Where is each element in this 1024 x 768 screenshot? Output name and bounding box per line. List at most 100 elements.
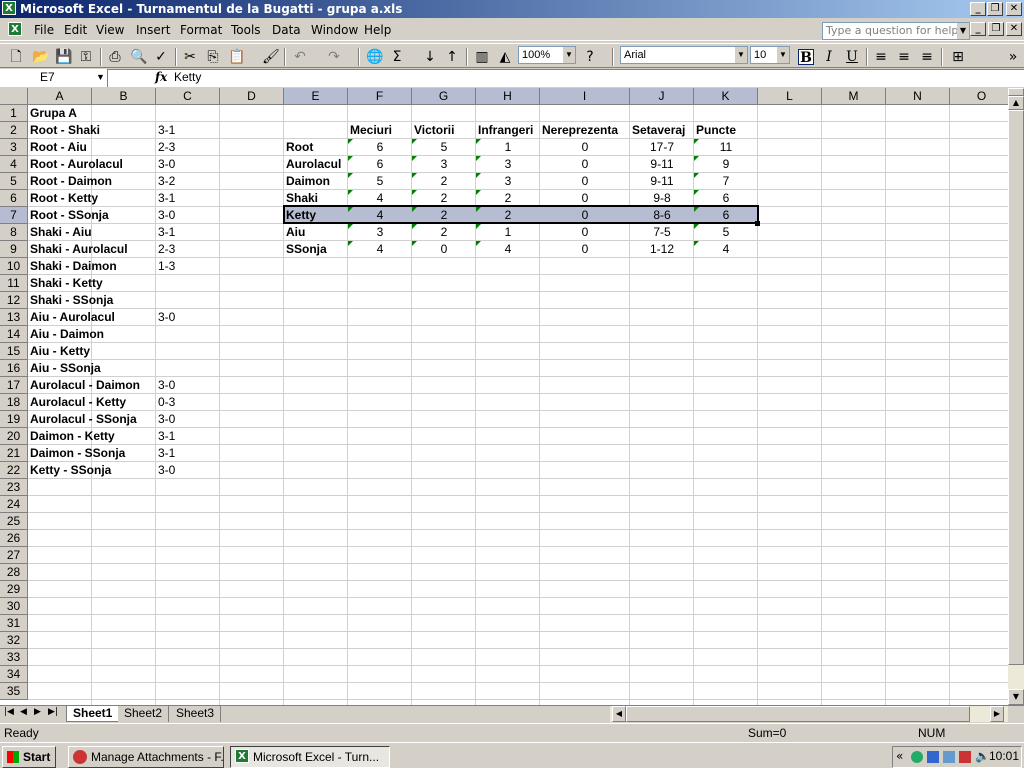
team-name[interactable]: Aiu [286,224,348,241]
standings-value[interactable]: 9 [696,156,756,173]
column-header-a[interactable]: A [28,88,92,105]
standings-header[interactable]: Victorii [414,122,478,139]
match-pair[interactable]: Root - SSonja [30,207,152,224]
column-header-j[interactable]: J [630,88,694,105]
scroll-up-icon[interactable]: ▲ [1008,96,1024,110]
scroll-down-icon[interactable]: ▼ [1008,689,1024,705]
standings-value[interactable]: 0 [542,156,628,173]
tray-network-icon[interactable] [911,751,923,763]
row-header-3[interactable]: 3 [0,139,28,156]
tab-sheet3[interactable]: Sheet3 [170,706,222,722]
row-header-4[interactable]: 4 [0,156,28,173]
match-pair[interactable]: Aiu - Daimon [30,326,152,343]
menu-view[interactable]: View [96,23,124,37]
match-pair[interactable]: Daimon - Ketty [30,428,152,445]
task-manage-attachments[interactable]: Manage Attachments - F... [68,746,224,768]
standings-value[interactable]: 9-11 [632,156,692,173]
match-score[interactable] [158,326,218,343]
scroll-right-icon[interactable]: ▶ [990,706,1004,722]
chevron-down-icon[interactable]: ▼ [777,47,789,63]
underline-button[interactable]: U [844,49,860,65]
match-score[interactable]: 2-3 [158,241,218,258]
match-pair[interactable]: Aurolacul - Ketty [30,394,152,411]
align-left-icon[interactable]: ≡ [873,49,889,65]
row-header-20[interactable]: 20 [0,428,28,445]
print-icon[interactable]: ⎙ [107,49,123,65]
row-header-28[interactable]: 28 [0,564,28,581]
match-pair[interactable]: Aiu - Ketty [30,343,152,360]
hyperlink-icon[interactable]: 🌐 [366,49,383,65]
match-pair[interactable]: Shaki - Daimon [30,258,152,275]
toolbar-options-icon[interactable]: » [1005,49,1021,65]
doc-close-button[interactable]: ✕ [1006,22,1022,36]
match-score[interactable] [158,275,218,292]
menu-window[interactable]: Window [311,23,358,37]
standings-value[interactable]: 3 [478,156,538,173]
start-button[interactable]: Start [2,746,56,768]
row-header-19[interactable]: 19 [0,411,28,428]
standings-value[interactable]: 7-5 [632,224,692,241]
sort-descending-icon[interactable]: ↑ [444,49,460,65]
split-box[interactable] [1008,88,1024,96]
standings-value[interactable]: 0 [542,241,628,258]
standings-value[interactable]: 0 [542,139,628,156]
sort-ascending-icon[interactable]: ↓ [422,49,438,65]
match-score[interactable]: 3-0 [158,156,218,173]
zoom-select[interactable]: 100% ▼ [518,46,576,64]
row-header-32[interactable]: 32 [0,632,28,649]
chevron-down-icon[interactable]: ▼ [735,47,747,63]
menu-data[interactable]: Data [272,23,301,37]
row-header-2[interactable]: 2 [0,122,28,139]
standings-value[interactable]: 9-11 [632,173,692,190]
tray-safely-remove-icon[interactable] [959,751,971,763]
row-header-7[interactable]: 7 [0,207,28,224]
chevron-down-icon[interactable]: ▼ [96,69,105,85]
row-header-13[interactable]: 13 [0,309,28,326]
match-score[interactable]: 3-1 [158,122,218,139]
match-score[interactable] [158,343,218,360]
team-name[interactable]: Aurolacul [286,156,348,173]
next-sheet-icon[interactable]: ▶ [34,707,41,717]
row-header-6[interactable]: 6 [0,190,28,207]
menu-help[interactable]: Help [364,23,391,37]
paste-icon[interactable]: 📋 [228,49,245,65]
undo-icon[interactable]: ↶ [292,49,308,65]
match-score[interactable]: 3-0 [158,377,218,394]
row-header-5[interactable]: 5 [0,173,28,190]
row-header-35[interactable]: 35 [0,683,28,700]
font-select[interactable]: Arial ▼ [620,46,748,64]
match-score[interactable]: 3-1 [158,190,218,207]
doc-minimize-button[interactable]: _ [970,22,986,36]
team-name[interactable]: Root [286,139,348,156]
standings-value[interactable]: 1 [478,139,538,156]
row-header-11[interactable]: 11 [0,275,28,292]
match-pair[interactable]: Ketty - SSonja [30,462,152,479]
column-header-e[interactable]: E [284,88,348,105]
document-icon[interactable]: X [8,22,22,36]
row-header-24[interactable]: 24 [0,496,28,513]
standings-value[interactable]: 3 [414,156,474,173]
tray-display-icon[interactable] [927,751,939,763]
match-pair[interactable]: Shaki - SSonja [30,292,152,309]
match-score[interactable]: 3-0 [158,462,218,479]
match-score[interactable]: 3-0 [158,411,218,428]
row-header-16[interactable]: 16 [0,360,28,377]
menu-tools[interactable]: Tools [231,23,261,37]
column-header-b[interactable]: B [92,88,156,105]
cut-icon[interactable]: ✂ [182,49,198,65]
row-header-23[interactable]: 23 [0,479,28,496]
open-icon[interactable]: 📂 [32,49,49,65]
match-pair[interactable]: Aurolacul - Daimon [30,377,152,394]
standings-header[interactable]: Setaveraj [632,122,696,139]
chevron-down-icon[interactable]: ▼ [957,23,969,39]
standings-header[interactable]: Meciuri [350,122,414,139]
column-header-k[interactable]: K [694,88,758,105]
column-header-o[interactable]: O [950,88,1008,105]
row-header-9[interactable]: 9 [0,241,28,258]
help-search-input[interactable]: Type a question for help ▼ [822,22,970,40]
match-score[interactable] [158,292,218,309]
match-pair[interactable]: Aurolacul - SSonja [30,411,152,428]
column-header-g[interactable]: G [412,88,476,105]
fx-icon[interactable]: fx [155,70,167,84]
copy-icon[interactable]: ⎘ [205,49,221,65]
